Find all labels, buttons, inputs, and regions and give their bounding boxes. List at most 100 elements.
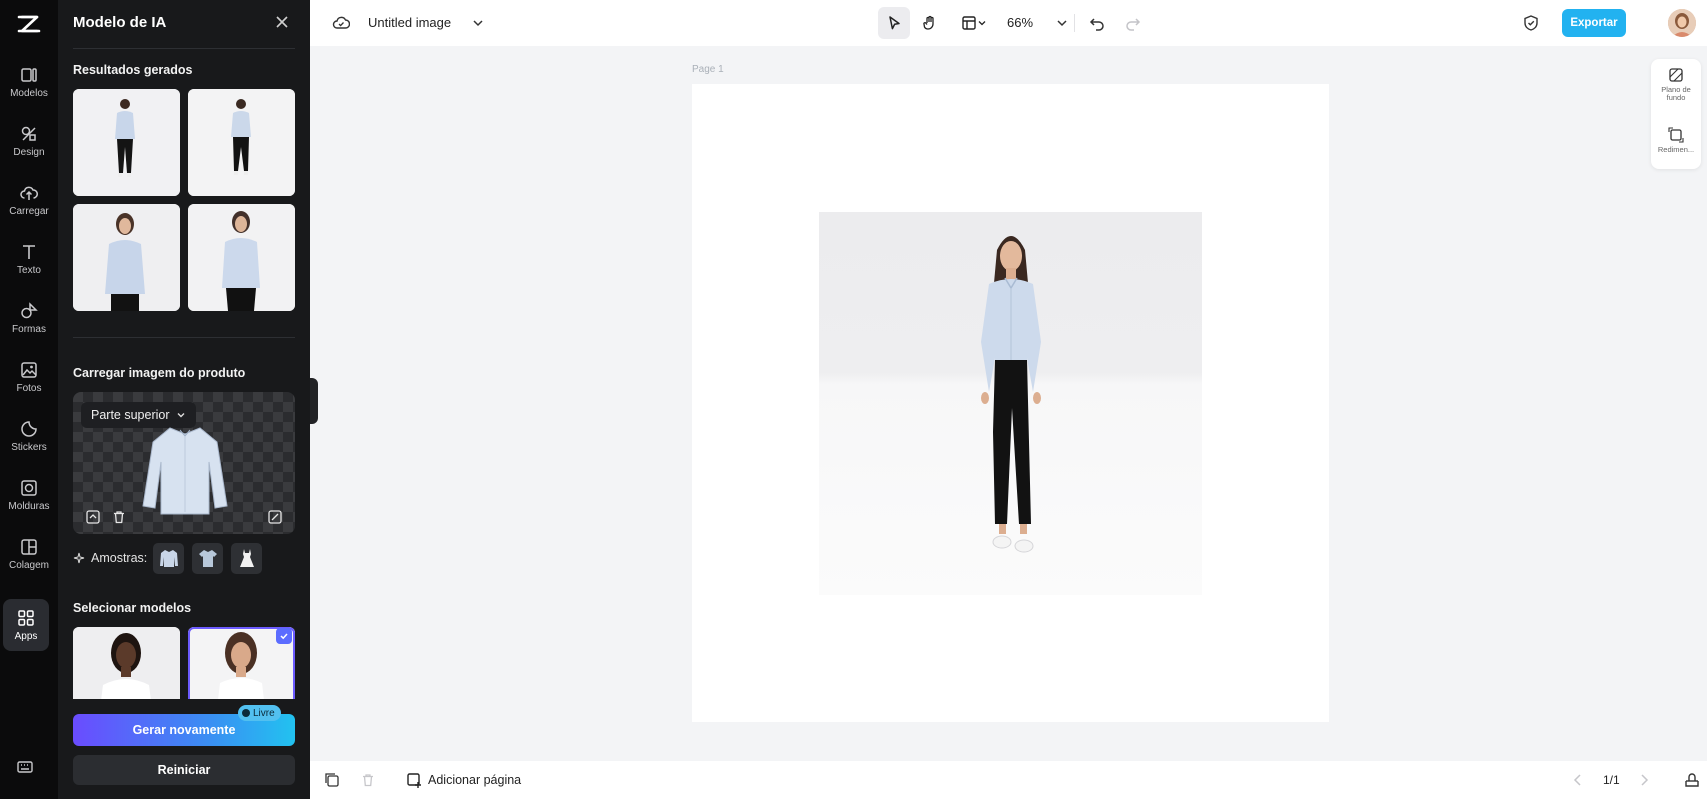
design-icon — [20, 125, 38, 143]
avatar[interactable] — [1668, 9, 1696, 37]
document-title[interactable]: Untitled image — [368, 15, 451, 30]
rail-item-label: Fotos — [16, 382, 42, 394]
background-button[interactable]: Plano de fundo — [1651, 67, 1701, 102]
cloud-sync-icon[interactable] — [332, 14, 350, 32]
free-icon — [242, 709, 250, 717]
check-icon — [276, 628, 292, 644]
rail-item-fotos[interactable]: Fotos — [2, 351, 56, 403]
free-badge-label: Livre — [253, 707, 275, 719]
reset-button[interactable]: Reiniciar — [73, 755, 295, 785]
samples-row: Amostras: — [73, 542, 270, 574]
delete-icon[interactable] — [111, 509, 127, 525]
chevron-down-icon — [977, 18, 987, 28]
rail-item-design[interactable]: Design — [2, 115, 56, 167]
resize-label: Redimen... — [1657, 145, 1695, 154]
chevron-down-icon[interactable] — [470, 15, 486, 31]
templates-icon — [20, 66, 38, 84]
rail-item-carregar[interactable]: Carregar — [2, 174, 56, 226]
panel-title: Modelo de IA — [73, 14, 167, 31]
upload-heading: Carregar imagem do produto — [73, 366, 246, 380]
hand-tool-button[interactable] — [914, 7, 946, 39]
redo-icon[interactable] — [1124, 14, 1142, 32]
add-page-button[interactable]: Adicionar página — [406, 772, 521, 788]
add-page-label: Adicionar página — [428, 773, 522, 787]
rail-item-label: Stickers — [11, 441, 47, 453]
result-thumbnail[interactable] — [188, 204, 295, 311]
duplicate-page-icon[interactable] — [324, 772, 340, 788]
rail-item-label: Modelos — [10, 87, 48, 99]
layers-icon[interactable] — [1684, 772, 1700, 788]
rail-item-modelos[interactable]: Modelos — [2, 56, 56, 108]
shield-check-icon[interactable] — [1522, 14, 1540, 32]
shapes-icon — [20, 301, 38, 320]
models-list — [73, 627, 295, 699]
add-page-icon — [406, 772, 422, 788]
sparkle-icon — [73, 552, 85, 564]
layout-icon — [961, 15, 977, 31]
free-badge: Livre — [238, 705, 281, 721]
resize-button[interactable]: Redimen... — [1651, 127, 1701, 154]
rail-item-label: Formas — [12, 323, 46, 335]
models-heading: Selecionar modelos — [73, 601, 192, 615]
rail-item-colagem[interactable]: Colagem — [2, 528, 56, 580]
background-icon — [1668, 67, 1684, 83]
undo-icon[interactable] — [1088, 14, 1106, 32]
bottom-bar: Adicionar página 1/1 — [310, 761, 1707, 799]
upload-cloud-icon — [20, 184, 38, 202]
rail-item-apps[interactable]: Apps — [3, 599, 49, 651]
results-heading: Resultados gerados — [73, 63, 193, 77]
text-icon — [20, 243, 38, 261]
next-page-icon[interactable] — [1636, 772, 1652, 788]
rail-item-formas[interactable]: Formas — [2, 292, 56, 344]
zoom-level[interactable]: 66% — [1007, 15, 1033, 30]
page-count: 1/1 — [1603, 773, 1620, 787]
background-label: Plano de fundo — [1661, 85, 1691, 102]
canvas-page[interactable] — [692, 84, 1329, 722]
photos-icon — [20, 361, 38, 379]
sample-dress[interactable] — [231, 542, 263, 574]
model-card[interactable] — [73, 627, 180, 699]
select-tool-button[interactable] — [878, 7, 910, 39]
apps-grid-icon — [17, 609, 35, 627]
model-card-selected[interactable] — [188, 627, 295, 699]
export-button[interactable]: Exportar — [1562, 9, 1626, 37]
edit-image-icon[interactable] — [267, 509, 283, 525]
frames-icon — [20, 479, 38, 497]
divider — [73, 48, 295, 49]
rail-item-label: Design — [13, 146, 45, 158]
replace-image-icon[interactable] — [85, 509, 101, 525]
close-icon[interactable] — [274, 14, 290, 30]
delete-page-icon[interactable] — [360, 772, 376, 788]
rail-item-label: Texto — [17, 264, 41, 276]
result-thumbnail[interactable] — [188, 89, 295, 196]
rail-item-texto[interactable]: Texto — [2, 233, 56, 285]
category-value: Parte superior — [91, 408, 170, 422]
product-image-dropzone[interactable]: Parte superior — [73, 392, 295, 534]
ai-model-panel: Modelo de IA Resultados gerados Carregar… — [58, 0, 310, 799]
rail-item-molduras[interactable]: Molduras — [2, 469, 56, 521]
left-rail: Modelos Design Carregar Texto Formas Fot… — [0, 0, 58, 799]
keyboard-shortcuts-icon[interactable] — [16, 758, 34, 776]
page-label: Page 1 — [692, 64, 724, 75]
product-shirt-image — [142, 427, 228, 515]
generated-model-image[interactable] — [819, 212, 1202, 595]
right-tools-panel: Plano de fundo Redimen... — [1651, 59, 1701, 169]
layout-tool-button[interactable] — [954, 7, 994, 39]
collage-icon — [20, 538, 38, 556]
result-thumbnail[interactable] — [73, 204, 180, 311]
rail-item-label: Molduras — [8, 500, 50, 512]
rail-item-stickers[interactable]: Stickers — [2, 410, 56, 462]
zoom-dropdown-chevron-icon[interactable] — [1054, 15, 1070, 31]
divider — [1074, 14, 1075, 32]
prev-page-icon[interactable] — [1570, 772, 1586, 788]
collapse-panel-handle[interactable] — [310, 378, 318, 424]
resize-icon — [1668, 127, 1684, 143]
cursor-arrow-icon — [886, 15, 902, 31]
top-toolbar: Untitled image 66% Exportar — [310, 0, 1707, 46]
rail-item-label: Apps — [14, 630, 38, 642]
result-thumbnail[interactable] — [73, 89, 180, 196]
rail-item-label: Colagem — [8, 559, 50, 571]
capcut-logo-icon[interactable] — [13, 12, 45, 36]
sample-tshirt[interactable] — [192, 542, 224, 574]
sample-shirt[interactable] — [153, 542, 185, 574]
